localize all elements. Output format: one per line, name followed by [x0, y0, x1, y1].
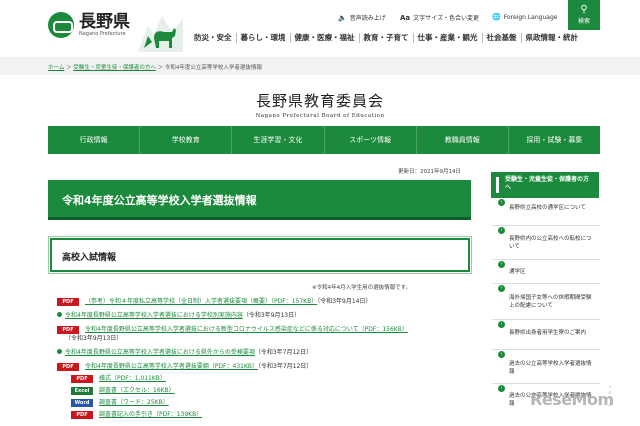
chevron-right-icon: › [498, 285, 505, 292]
search-icon: ⚲ [580, 4, 588, 15]
text-size-icon: Aa [400, 13, 411, 22]
pdf-badge-icon: PDF [57, 326, 79, 334]
gnav-item-infrastructure[interactable]: 社会基盤 [483, 33, 522, 43]
sidebar-item[interactable]: › 長野県出身者用学生寮のご案内 [492, 320, 600, 350]
gnav-item-statistics[interactable]: 県政情報・統計 [522, 33, 583, 43]
document-link[interactable]: 令和4年度長野県公立高等学校入学者選抜における学校別実施内容 [65, 312, 243, 319]
pdf-badge-icon: PDF [57, 298, 79, 306]
board-title-ja: 長野県教育委員会 [255, 92, 384, 110]
voice-reader-link[interactable]: 🔈 音声読み上げ [338, 13, 386, 23]
document-link[interactable]: 調査書（ワード：25KB） [99, 399, 169, 406]
chevron-right-icon: › [498, 321, 505, 328]
excel-badge-icon: Excel [71, 387, 93, 395]
pdf-badge-icon: PDF [71, 411, 93, 419]
list-item: 令和4年度長野県公立高等学校入学者選抜における学校別実施内容（令和3年9月13日… [57, 311, 300, 320]
site-logo[interactable]: 長野県 Nagano Prefecture [48, 12, 130, 38]
foreign-language-link[interactable]: 🌐 Foreign Language [492, 13, 557, 21]
list-item: Word 調査書（ワード：25KB） [71, 398, 169, 407]
search-label: 検索 [577, 18, 590, 25]
mainnav-administration[interactable]: 行政情報 [48, 126, 141, 154]
document-link[interactable]: 令和4年度長野県公立高等学校入学者選抜における県外からの受検要項 [65, 349, 255, 356]
pdf-badge-icon: PDF [57, 363, 79, 371]
document-link[interactable]: 調査書記入の手引き（PDF：139KB） [99, 411, 202, 418]
resemom-watermark: ReseMom リセマム [530, 384, 614, 409]
logo-text: 長野県 [79, 12, 130, 32]
sidebar-item[interactable]: › 海外帰国子女等への休暇期間受験上の配慮について [492, 284, 600, 320]
gnav-item-disaster[interactable]: 防災・安全 [190, 33, 237, 43]
breadcrumb-current: 令和4年度公立高等学校入学者選抜情報 [164, 65, 262, 71]
document-link[interactable]: 調査書（エクセル：16KB） [99, 387, 175, 394]
notice-text: ※令和4年4月入学生用の選抜情報です。 [312, 285, 412, 291]
mountain-illustration-icon [138, 16, 183, 52]
mainnav-school-education[interactable]: 学校教育 [140, 126, 233, 154]
list-item: 令和4年度長野県公立高等学校入学者選抜における県外からの受検要項（令和3年7月1… [57, 348, 312, 357]
mainnav-sports[interactable]: スポーツ情報 [325, 126, 417, 154]
logo-subtext: Nagano Prefecture [79, 31, 126, 37]
gnav-item-industry[interactable]: 仕事・産業・観光 [414, 33, 483, 43]
chevron-right-icon: › [498, 227, 505, 234]
text-size-link[interactable]: Aa 文字サイズ・色合い変更 [400, 13, 479, 23]
sidebar-item[interactable]: › 長野県内の公立高校への転校について [492, 226, 600, 260]
prefecture-emblem-icon [48, 12, 74, 38]
bullet-icon [57, 349, 62, 354]
list-item: PDF 令和4年度長野県公立高等学校入学者選抜要綱（PDF：431KB）（令和3年… [57, 362, 312, 371]
updated-date: 更新日：2021年9月14日 [398, 169, 461, 175]
mainnav-lifelong-learning[interactable]: 生涯学習・文化 [232, 126, 325, 154]
globe-icon: 🌐 [492, 13, 501, 21]
document-link[interactable]: （参考）令和４年度私立高等学校（全日制）入学者選抜要項（概要）（PDF：157K… [85, 298, 317, 305]
breadcrumb-home[interactable]: ホーム [48, 65, 64, 71]
mainnav-recruitment[interactable]: 採用・試験・募集 [509, 126, 600, 154]
sidebar-item[interactable]: › 長野県立高校の通学区について [492, 198, 600, 226]
voice-reader-label: 音声読み上げ [349, 15, 386, 22]
speaker-icon: 🔈 [338, 13, 347, 22]
breadcrumb-students[interactable]: 受験生・児童生徒・保護者の方へ [73, 65, 156, 71]
pdf-badge-icon: PDF [71, 375, 93, 383]
list-item: Excel 調査書（エクセル：16KB） [71, 386, 175, 395]
mainnav-staff[interactable]: 教職員情報 [417, 126, 509, 154]
gnav-item-health[interactable]: 健康・医療・福祉 [291, 33, 360, 43]
site-header: 長野県 Nagano Prefecture 🔈 音声読み上げ Aa 文字サイズ・… [0, 0, 640, 56]
document-link[interactable]: 様式（PDF：1,011KB） [99, 375, 166, 382]
sidebar-heading: 受験生・児童生徒・保護者の方へ [491, 172, 599, 198]
sidebar-item[interactable]: › 過去の公立高等学校入学者選抜情報 [492, 350, 600, 384]
board-title: 長野県教育委員会 Nagano Prefectural Board of Edu… [0, 90, 640, 119]
word-badge-icon: Word [71, 399, 93, 407]
bullet-icon [57, 312, 62, 317]
chevron-right-icon: › [498, 385, 505, 392]
document-link[interactable]: 令和4年度長野県公立高等学校入学者選抜における新型コロナウイルス感染症などに係る… [85, 326, 408, 333]
document-link[interactable]: 令和4年度長野県公立高等学校入学者選抜要綱（PDF：431KB） [85, 363, 258, 370]
global-nav: 防災・安全 暮らし・環境 健康・医療・福祉 教育・子育て 仕事・産業・観光 社会… [190, 33, 582, 43]
chevron-right-icon: › [498, 351, 505, 358]
list-item: PDF 様式（PDF：1,011KB） [71, 374, 166, 383]
list-item-date: （令和3年9月13日） [65, 335, 123, 342]
search-button[interactable]: ⚲ 検索 [568, 0, 600, 30]
list-item: PDF 調査書記入の手引き（PDF：139KB） [71, 410, 202, 419]
breadcrumb: ホーム ＞ 受験生・児童生徒・保護者の方へ ＞ 令和4年度公立高等学校入学者選抜… [0, 57, 640, 75]
gnav-item-living[interactable]: 暮らし・環境 [237, 33, 291, 43]
main-nav: 行政情報 学校教育 生涯学習・文化 スポーツ情報 教職員情報 採用・試験・募集 [48, 126, 600, 154]
list-item: PDF （参考）令和４年度私立高等学校（全日制）入学者選抜要項（概要）（PDF：1… [57, 297, 371, 306]
chevron-right-icon: › [498, 261, 505, 268]
text-size-label: 文字サイズ・色合い変更 [413, 15, 479, 22]
sidebar-item[interactable]: › 通学区 [492, 260, 600, 284]
gnav-item-education[interactable]: 教育・子育て [360, 33, 414, 43]
foreign-language-label: Foreign Language [503, 13, 558, 21]
page-title: 令和4年度公立高等学校入学者選抜情報 [48, 180, 471, 220]
board-title-en: Nagano Prefectural Board of Education [255, 113, 385, 119]
chevron-right-icon: › [498, 199, 505, 206]
list-item: PDF 令和4年度長野県公立高等学校入学者選抜における新型コロナウイルス感染症など… [57, 325, 408, 334]
section-heading: 高校入試情報 [48, 236, 472, 274]
